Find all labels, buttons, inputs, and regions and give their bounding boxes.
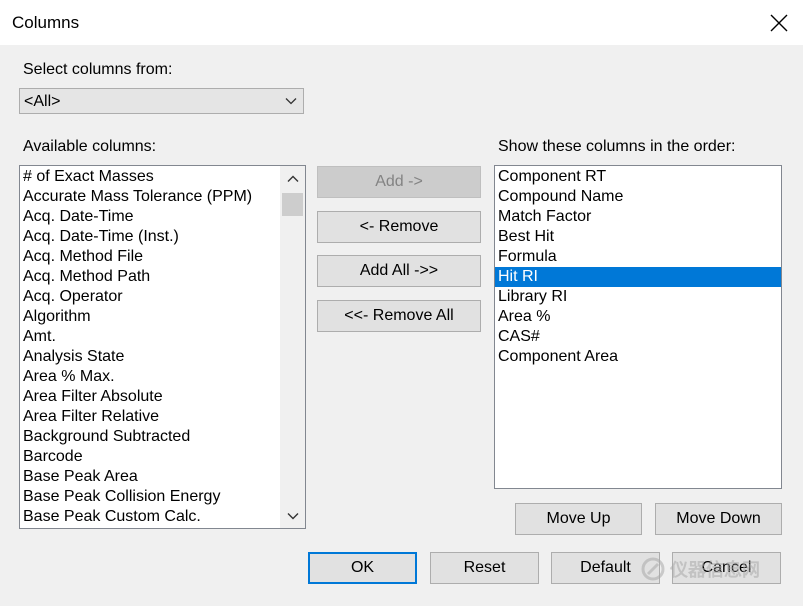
- shown-column-item[interactable]: Compound Name: [495, 187, 781, 207]
- available-column-item[interactable]: Area % Max.: [20, 367, 305, 387]
- available-column-item[interactable]: Algorithm: [20, 307, 305, 327]
- available-column-item[interactable]: Acq. Method Path: [20, 267, 305, 287]
- title-bar: Columns: [0, 0, 803, 45]
- shown-column-item[interactable]: Hit RI: [495, 267, 781, 287]
- shown-column-item[interactable]: Match Factor: [495, 207, 781, 227]
- close-icon: [770, 14, 788, 31]
- scroll-down-button[interactable]: [280, 503, 305, 528]
- shown-columns-list[interactable]: Component RT Compound Name Match Factor Bes…: [494, 165, 782, 489]
- available-column-item[interactable]: # of Exact Masses: [20, 167, 305, 187]
- available-column-item[interactable]: Accurate Mass Tolerance (PPM): [20, 187, 305, 207]
- shown-column-item[interactable]: CAS#: [495, 327, 781, 347]
- move-down-button[interactable]: Move Down: [655, 503, 782, 535]
- select-from-label: Select columns from:: [23, 61, 173, 78]
- watermark-text: 仪器信息网: [670, 560, 760, 580]
- available-columns-list[interactable]: # of Exact Masses Accurate Mass Tolerance…: [19, 165, 306, 529]
- available-column-item[interactable]: Area Filter Relative: [20, 407, 305, 427]
- add-all-button[interactable]: Add All ->>: [317, 255, 481, 287]
- available-column-item[interactable]: Acq. Operator: [20, 287, 305, 307]
- shown-column-item[interactable]: Component Area: [495, 347, 781, 367]
- shown-column-item[interactable]: Best Hit: [495, 227, 781, 247]
- available-column-item[interactable]: Area Filter Absolute: [20, 387, 305, 407]
- chevron-down-icon: [285, 98, 297, 105]
- available-column-item[interactable]: Acq. Date-Time: [20, 207, 305, 227]
- shown-column-item[interactable]: Component RT: [495, 167, 781, 187]
- available-column-item[interactable]: Barcode: [20, 447, 305, 467]
- scrollbar[interactable]: [280, 166, 305, 528]
- move-up-button[interactable]: Move Up: [515, 503, 642, 535]
- available-column-item[interactable]: Background Subtracted: [20, 427, 305, 447]
- watermark-logo-icon: [641, 557, 665, 581]
- available-column-item[interactable]: Base Peak Area: [20, 467, 305, 487]
- watermark: 仪器信息网: [640, 552, 790, 586]
- remove-all-button[interactable]: <<- Remove All: [317, 300, 481, 332]
- chevron-up-icon: [287, 175, 298, 182]
- select-columns-dropdown[interactable]: <All>: [19, 88, 304, 114]
- reset-button[interactable]: Reset: [430, 552, 539, 584]
- add-button[interactable]: Add ->: [317, 166, 481, 198]
- remove-button[interactable]: <- Remove: [317, 211, 481, 243]
- available-column-item[interactable]: Acq. Date-Time (Inst.): [20, 227, 305, 247]
- chevron-down-icon: [287, 512, 298, 519]
- scroll-up-button[interactable]: [280, 166, 305, 191]
- dropdown-value: <All>: [24, 93, 61, 110]
- shown-column-item[interactable]: Area %: [495, 307, 781, 327]
- shown-column-item[interactable]: Library RI: [495, 287, 781, 307]
- close-button[interactable]: [755, 0, 803, 45]
- shown-column-item[interactable]: Formula: [495, 247, 781, 267]
- available-column-item[interactable]: Base Peak Collision Energy: [20, 487, 305, 507]
- available-column-item[interactable]: Acq. Method File: [20, 247, 305, 267]
- window-title: Columns: [12, 13, 80, 32]
- available-column-item[interactable]: Amt.: [20, 327, 305, 347]
- scroll-thumb[interactable]: [282, 193, 303, 216]
- available-column-item[interactable]: Analysis State: [20, 347, 305, 367]
- shown-columns-label: Show these columns in the order:: [498, 138, 736, 155]
- ok-button[interactable]: OK: [308, 552, 417, 584]
- available-columns-label: Available columns:: [23, 138, 157, 155]
- available-column-item[interactable]: Base Peak Custom Calc.: [20, 507, 305, 527]
